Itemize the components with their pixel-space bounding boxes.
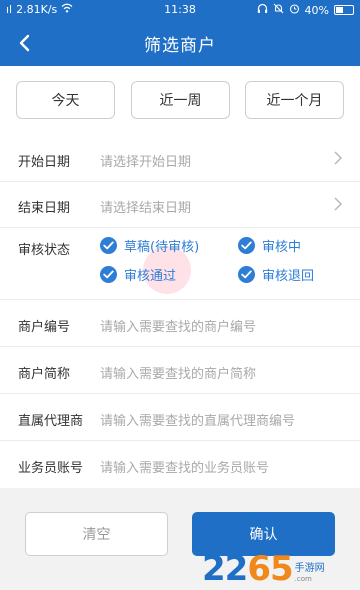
footer: 清空 确认 2265 手游网 .com <box>0 488 360 590</box>
top-bar: ıl 2.81K/s 11:38 40% 筛选商户 <box>0 0 360 66</box>
status-option-label: 审核退回 <box>262 269 315 284</box>
end-date-label: 结束日期 <box>18 201 71 216</box>
watermark-domain: .com <box>294 574 312 583</box>
headset-icon <box>257 3 268 17</box>
battery-icon <box>334 5 354 15</box>
status-bar: ıl 2.81K/s 11:38 40% <box>0 0 360 20</box>
filter-form: 开始日期 请选择开始日期 结束日期 请选择结束日期 审核状态 草稿(待审核) 审… <box>0 136 360 488</box>
last-week-button[interactable]: 近一周 <box>131 81 230 119</box>
start-date-label: 开始日期 <box>18 155 71 170</box>
status-option-label: 草稿(待审核) <box>124 240 200 255</box>
end-date-field[interactable]: 请选择结束日期 <box>100 197 191 216</box>
agent-input[interactable]: 请输入需要查找的直属代理商编号 <box>100 410 295 429</box>
merchant-no-input[interactable]: 请输入需要查找的商户编号 <box>100 316 256 335</box>
chevron-right-icon <box>334 151 342 169</box>
merchant-abbr-input[interactable]: 请输入需要查找的商户简称 <box>100 363 256 382</box>
last-month-button[interactable]: 近一个月 <box>245 81 344 119</box>
clear-button[interactable]: 清空 <box>25 512 168 556</box>
salesman-row: 业务员账号 请输入需要查找的业务员账号 <box>0 441 360 488</box>
battery-percent: 40% <box>304 3 329 17</box>
start-date-row[interactable]: 开始日期 请选择开始日期 <box>0 136 360 182</box>
audit-status-label: 审核状态 <box>18 243 71 258</box>
check-circle-icon <box>100 237 117 254</box>
chevron-right-icon <box>334 197 342 215</box>
end-date-row[interactable]: 结束日期 请选择结束日期 <box>0 182 360 228</box>
status-option-draft[interactable]: 草稿(待审核) <box>100 236 199 255</box>
check-circle-icon <box>238 266 255 283</box>
watermark-site: 手游网 <box>294 562 325 574</box>
status-option-approved[interactable]: 审核通过 <box>100 265 176 284</box>
agent-label: 直属代理商 <box>18 414 84 429</box>
today-button[interactable]: 今天 <box>16 81 115 119</box>
status-option-reviewing[interactable]: 审核中 <box>238 236 301 255</box>
check-circle-icon <box>100 266 117 283</box>
merchant-abbr-label: 商户简称 <box>18 367 71 382</box>
audit-status-row: 审核状态 草稿(待审核) 审核中 审核通过 审核退回 <box>0 228 360 300</box>
watermark-logo: 2265 <box>202 549 294 589</box>
start-date-field[interactable]: 请选择开始日期 <box>100 151 191 170</box>
status-option-label: 审核通过 <box>124 269 177 284</box>
salesman-label: 业务员账号 <box>18 461 84 476</box>
alarm-icon <box>289 3 300 17</box>
merchant-no-label: 商户编号 <box>18 320 71 335</box>
status-option-label: 审核中 <box>262 240 302 255</box>
merchant-no-row: 商户编号 请输入需要查找的商户编号 <box>0 300 360 347</box>
bell-off-icon <box>273 3 284 17</box>
page-title: 筛选商户 <box>144 36 216 56</box>
quick-date-filters: 今天 近一周 近一个月 <box>0 66 360 136</box>
merchant-abbr-row: 商户简称 请输入需要查找的商户简称 <box>0 347 360 394</box>
salesman-input[interactable]: 请输入需要查找的业务员账号 <box>100 457 269 476</box>
status-option-returned[interactable]: 审核退回 <box>238 265 314 284</box>
title-bar: 筛选商户 <box>0 20 360 66</box>
check-circle-icon <box>238 237 255 254</box>
agent-row: 直属代理商 请输入需要查找的直属代理商编号 <box>0 394 360 441</box>
site-watermark: 2265 手游网 .com <box>202 542 356 586</box>
